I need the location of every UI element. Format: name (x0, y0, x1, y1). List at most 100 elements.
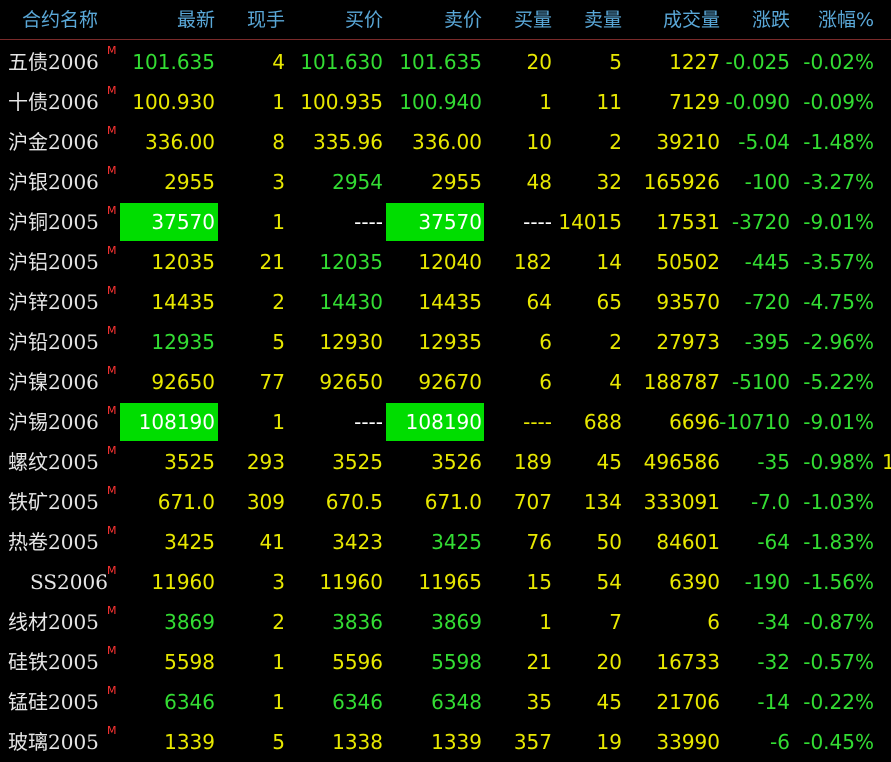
change-percent: -4.75% (803, 290, 874, 314)
contract-name[interactable]: 沪铝2005 (8, 249, 99, 275)
ask-qty: 5 (609, 50, 622, 74)
bid-qty: 6 (539, 330, 552, 354)
total-volume: 16733 (656, 650, 720, 674)
header-total-volume[interactable]: 成交量 (663, 5, 720, 32)
table-row[interactable]: 五债2006 M 101.635 4 101.630 101.635 20 5 1227 -0.0… (0, 42, 891, 82)
bid-price: ---- (354, 410, 383, 434)
table-row[interactable]: 沪铅2005 M 12935 5 12930 12935 6 2 27973 -395 -2.96% (0, 322, 891, 362)
ask-qty: 54 (596, 570, 622, 594)
contract-name[interactable]: 沪铜2005 (8, 209, 99, 235)
bid-price: 3423 (332, 530, 383, 554)
total-volume: 17531 (656, 210, 720, 234)
current-volume: 1 (272, 210, 285, 234)
table-row[interactable]: 沪锡2006 M 108190 1 ---- 108190 ---- 688 6696 -1071… (0, 402, 891, 442)
header-bid-qty[interactable]: 买量 (514, 5, 552, 32)
header-bid-price[interactable]: 买价 (345, 5, 383, 32)
main-contract-marker: M (107, 84, 117, 97)
contract-name[interactable]: 玻璃2005 (8, 729, 99, 755)
header-contract-name[interactable]: 合约名称 (22, 5, 98, 32)
bid-qty: 189 (513, 450, 552, 474)
main-contract-marker: M (107, 204, 117, 217)
last-price: 12035 (151, 250, 215, 274)
table-row[interactable]: 硅铁2005 M 5598 1 5596 5598 21 20 16733 -32 -0.57% (0, 642, 891, 682)
main-contract-marker: M (107, 444, 117, 457)
bid-price: 1338 (332, 730, 383, 754)
ask-qty: 134 (583, 490, 622, 514)
change-percent: -1.56% (803, 570, 874, 594)
ask-price: 11965 (418, 570, 482, 594)
header-change[interactable]: 涨跌 (752, 5, 790, 32)
total-volume: 33990 (656, 730, 720, 754)
contract-name[interactable]: 铁矿2005 (8, 489, 99, 515)
contract-name[interactable]: 沪锡2006 (8, 409, 99, 435)
header-last-price[interactable]: 最新 (177, 5, 215, 32)
change-percent: -1.03% (803, 490, 874, 514)
last-price: 3425 (164, 530, 215, 554)
price-change: -14 (757, 690, 790, 714)
main-contract-marker: M (107, 324, 117, 337)
change-percent: -5.22% (803, 370, 874, 394)
contract-name[interactable]: 锰硅2005 (8, 689, 99, 715)
table-row[interactable]: 沪镍2006 M 92650 77 92650 92670 6 4 188787 -5100 -5.… (0, 362, 891, 402)
table-row[interactable]: 十债2006 M 100.930 1 100.935 100.940 1 11 7129 -0.0… (0, 82, 891, 122)
main-contract-marker: M (107, 44, 117, 57)
header-ask-price[interactable]: 卖价 (444, 5, 482, 32)
last-price: 671.0 (157, 490, 215, 514)
price-change: -3720 (731, 210, 790, 234)
total-volume: 165926 (643, 170, 720, 194)
contract-name[interactable]: 五债2006 (8, 49, 99, 75)
bid-price: 670.5 (325, 490, 383, 514)
header-current-volume[interactable]: 现手 (247, 5, 285, 32)
ask-qty: 688 (583, 410, 622, 434)
bid-price: ---- (354, 210, 383, 234)
price-change: -5100 (731, 370, 790, 394)
bid-price: 3836 (332, 610, 383, 634)
table-row[interactable]: 沪锌2005 M 14435 2 14430 14435 64 65 93570 -720 -4.7… (0, 282, 891, 322)
current-volume: 77 (259, 370, 285, 394)
change-percent: -0.57% (803, 650, 874, 674)
main-contract-marker: M (107, 524, 117, 537)
current-volume: 2 (272, 290, 285, 314)
contract-name[interactable]: 十债2006 (8, 89, 99, 115)
table-row[interactable]: 线材2005 M 3869 2 3836 3869 1 7 6 -34 -0.87% (0, 602, 891, 642)
table-row[interactable]: 玻璃2005 M 1339 5 1338 1339 357 19 33990 -6 -0.45% (0, 722, 891, 762)
contract-name[interactable]: 沪镍2006 (8, 369, 99, 395)
table-row[interactable]: 沪银2006 M 2955 3 2954 2955 48 32 165926 -100 -3.27% (0, 162, 891, 202)
table-row[interactable]: 铁矿2005 M 671.0 309 670.5 671.0 707 134 333091 -7.… (0, 482, 891, 522)
main-contract-marker: M (107, 484, 117, 497)
last-price: 2955 (164, 170, 215, 194)
contract-name[interactable]: 螺纹2005 (8, 449, 99, 475)
contract-name[interactable]: 沪锌2005 (8, 289, 99, 315)
header-ask-qty[interactable]: 卖量 (584, 5, 622, 32)
current-volume: 3 (272, 170, 285, 194)
current-volume: 3 (272, 570, 285, 594)
contract-name[interactable]: 沪铅2005 (8, 329, 99, 355)
header-change-pct[interactable]: 涨幅% (818, 5, 874, 32)
contract-name[interactable]: 热卷2005 (8, 529, 99, 555)
contract-name[interactable]: 沪银2006 (8, 169, 99, 195)
contract-name[interactable]: SS2006 (30, 569, 108, 595)
change-percent: -3.57% (803, 250, 874, 274)
bid-price: 92650 (319, 370, 383, 394)
total-volume: 27973 (656, 330, 720, 354)
bid-qty: 21 (526, 650, 552, 674)
table-row[interactable]: 锰硅2005 M 6346 1 6346 6348 35 45 21706 -14 -0.22% (0, 682, 891, 722)
table-row[interactable]: 沪铜2005 M 37570 1 ---- 37570 ---- 14015 17531 -372… (0, 202, 891, 242)
contract-name[interactable]: 沪金2006 (8, 129, 99, 155)
table-row[interactable]: 热卷2005 M 3425 41 3423 3425 76 50 84601 -64 -1.83% (0, 522, 891, 562)
table-row[interactable]: 沪铝2005 M 12035 21 12035 12040 182 14 50502 -445 -3… (0, 242, 891, 282)
contract-name[interactable]: 线材2005 (8, 609, 99, 635)
table-row[interactable]: 沪金2006 M 336.00 8 335.96 336.00 10 2 39210 -5.04-… (0, 122, 891, 162)
bid-price: 5596 (332, 650, 383, 674)
main-contract-marker: M (107, 684, 117, 697)
ask-qty: 11 (596, 90, 622, 114)
price-change: -64 (757, 530, 790, 554)
ask-qty: 2 (609, 130, 622, 154)
table-row[interactable]: 螺纹2005 M 3525 293 3525 3526 189 45 496586 -35 -0.9… (0, 442, 891, 482)
ask-qty: 32 (596, 170, 622, 194)
table-row[interactable]: SS2006 M 11960 3 11960 11965 15 54 6390 -190 -1.56… (0, 562, 891, 602)
last-price: 336.00 (145, 130, 215, 154)
contract-name[interactable]: 硅铁2005 (8, 649, 99, 675)
change-percent: -0.09% (803, 90, 874, 114)
ask-price: 12935 (418, 330, 482, 354)
